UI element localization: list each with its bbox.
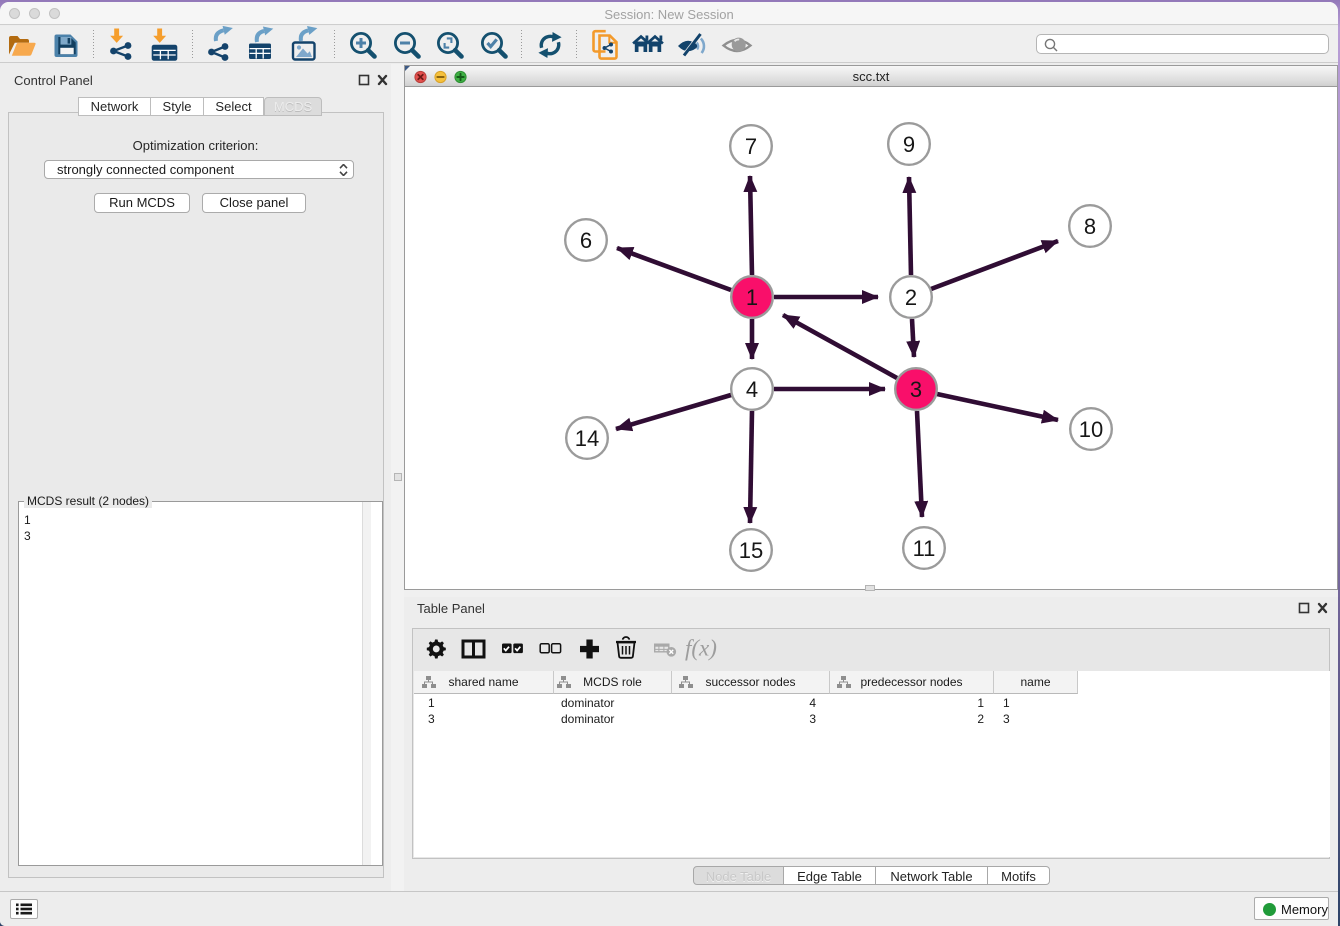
svg-text:10: 10 [1079,417,1103,442]
svg-text:8: 8 [1084,214,1096,239]
svg-text:6: 6 [580,228,592,253]
svg-text:15: 15 [739,538,763,563]
svg-text:11: 11 [913,536,936,561]
svg-text:1: 1 [746,285,758,310]
svg-text:2: 2 [905,285,917,310]
svg-text:9: 9 [903,132,915,157]
svg-text:7: 7 [745,134,757,159]
svg-text:3: 3 [910,377,922,402]
svg-text:f(x): f(x) [685,636,717,661]
svg-text:4: 4 [746,377,758,402]
svg-text:14: 14 [575,426,599,451]
